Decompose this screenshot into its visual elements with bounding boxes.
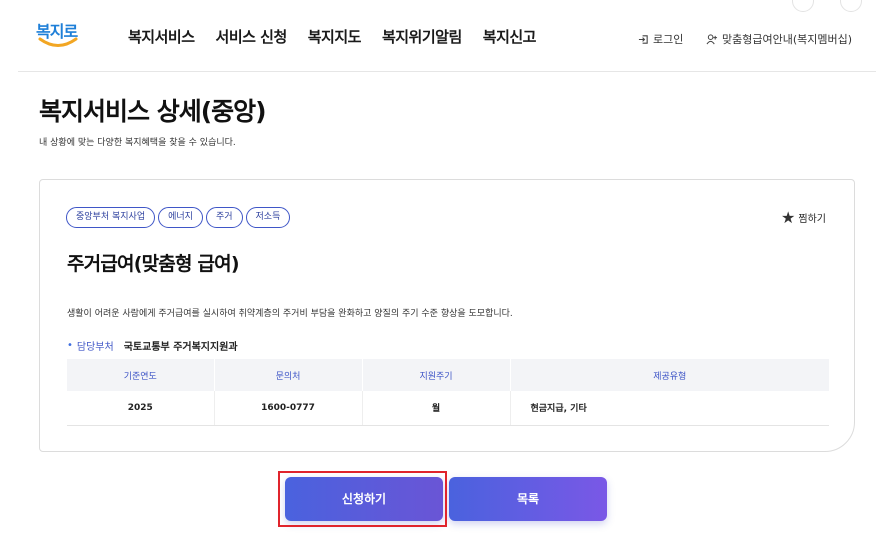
logo-smile-icon bbox=[38, 37, 78, 47]
nav-welfare-service[interactable]: 복지서비스 bbox=[128, 26, 195, 47]
cell-support-cycle: 월 bbox=[362, 391, 511, 426]
apply-button-highlight bbox=[278, 471, 447, 527]
header-support-cycle: 지원주기 bbox=[362, 359, 511, 391]
tag-low-income[interactable]: 저소득 bbox=[245, 207, 291, 228]
page-title: 복지서비스 상세(중앙) bbox=[39, 97, 267, 126]
service-description: 생활이 어려운 사람에게 주거급여를 실시하여 취약계층의 주거비 부담을 완화… bbox=[67, 309, 513, 319]
login-label: 로그인 bbox=[653, 33, 684, 46]
service-info-table: 기준연도 문의처 지원주기 제공유형 2025 1600-0777 월 현금지급… bbox=[67, 359, 829, 426]
department-value: 국토교통부 주거복지지원과 bbox=[123, 342, 238, 353]
bookmark-label: 찜하기 bbox=[798, 214, 826, 225]
nav-welfare-report[interactable]: 복지신고 bbox=[483, 26, 537, 47]
decorative-circle bbox=[840, 0, 862, 12]
table-row: 2025 1600-0777 월 현금지급, 기타 bbox=[67, 391, 829, 426]
nav-welfare-map[interactable]: 복지지도 bbox=[308, 26, 362, 47]
cell-base-year: 2025 bbox=[67, 391, 215, 426]
cell-contact: 1600-0777 bbox=[214, 391, 363, 426]
header-contact: 문의처 bbox=[214, 359, 363, 391]
user-add-icon bbox=[706, 33, 718, 44]
tag-housing[interactable]: 주거 bbox=[205, 207, 243, 228]
page-subtitle: 내 상황에 맞는 다양한 복지혜택을 찾을 수 있습니다. bbox=[39, 138, 236, 148]
star-icon: ★ bbox=[781, 208, 796, 227]
service-title: 주거급여(맞춤형 급여) bbox=[67, 253, 240, 275]
cell-provision-type: 현금지급, 기타 bbox=[510, 391, 829, 426]
bokjiro-logo[interactable]: 복지로 bbox=[36, 18, 82, 50]
department-info: • 담당부처 국토교통부 주거복지지원과 bbox=[67, 338, 238, 353]
table-header-row: 기준연도 문의처 지원주기 제공유형 bbox=[67, 359, 829, 391]
list-button[interactable]: 목록 bbox=[449, 477, 607, 521]
main-nav: 복지서비스 서비스 신청 복지지도 복지위기알림 복지신고 bbox=[128, 26, 557, 47]
service-detail-card: 중앙부처 복지사업 에너지 주거 저소득 ★ 찜하기 주거급여(맞춤형 급여) … bbox=[39, 179, 855, 452]
header-provision-type: 제공유형 bbox=[510, 359, 829, 391]
bullet-icon: • bbox=[67, 340, 73, 351]
decorative-circle bbox=[792, 0, 814, 12]
tag-central-ministry[interactable]: 중앙부처 복지사업 bbox=[66, 207, 156, 228]
nav-crisis-alert[interactable]: 복지위기알림 bbox=[382, 26, 462, 47]
login-link[interactable]: 로그인 bbox=[638, 31, 683, 47]
membership-link[interactable]: 맞춤형급여안내(복지멤버십) bbox=[706, 31, 852, 47]
site-header: 복지로 복지서비스 서비스 신청 복지지도 복지위기알림 복지신고 로그인 맞춤… bbox=[0, 0, 876, 72]
service-tags: 중앙부처 복지사업 에너지 주거 저소득 bbox=[66, 207, 293, 228]
header-base-year: 기준연도 bbox=[67, 359, 215, 391]
bookmark-button[interactable]: ★ 찜하기 bbox=[781, 208, 826, 227]
tag-energy[interactable]: 에너지 bbox=[158, 207, 203, 228]
membership-label: 맞춤형급여안내(복지멤버십) bbox=[722, 33, 853, 46]
header-divider bbox=[18, 71, 876, 72]
nav-service-apply[interactable]: 서비스 신청 bbox=[216, 26, 288, 47]
department-label: 담당부처 bbox=[76, 342, 114, 353]
login-icon bbox=[638, 34, 648, 44]
